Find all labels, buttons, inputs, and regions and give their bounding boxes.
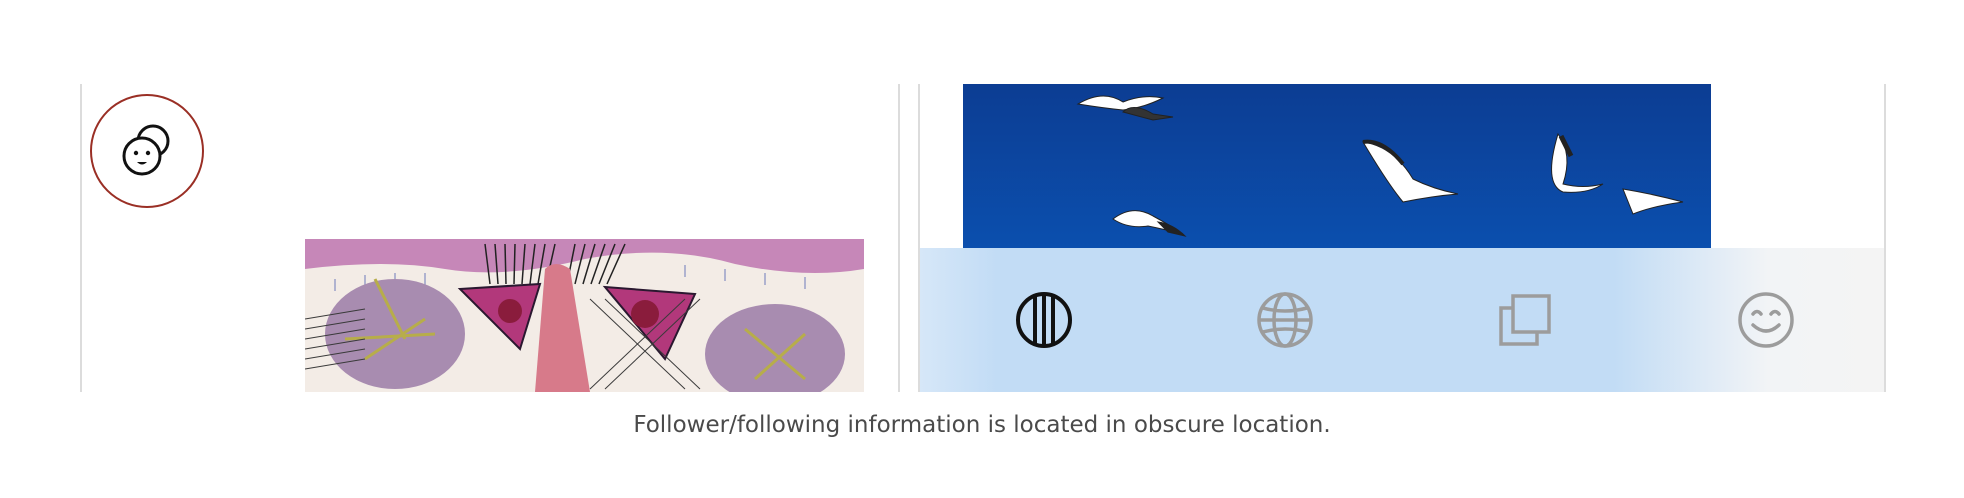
bottom-tab-bar <box>920 248 1884 392</box>
tab-profile[interactable] <box>1734 288 1798 352</box>
artwork-image[interactable] <box>305 239 864 392</box>
globe-icon <box>1257 292 1313 348</box>
embroidered-artwork <box>305 239 864 392</box>
profile-avatar-button[interactable] <box>90 94 204 208</box>
seagulls-image <box>963 84 1711 248</box>
seagulls-photo[interactable] <box>963 84 1711 248</box>
stacked-squares-icon <box>1499 294 1551 346</box>
tab-explore[interactable] <box>1253 288 1317 352</box>
tab-collections[interactable] <box>1493 288 1557 352</box>
vertical-stripes-icon <box>1016 292 1072 348</box>
caption-text: Follower/following information is locate… <box>633 412 1331 438</box>
two-faces-icon <box>122 124 170 176</box>
right-phone-screen <box>918 84 1886 392</box>
left-phone-screen <box>80 84 900 392</box>
tab-feed[interactable] <box>1012 288 1076 352</box>
smiley-icon <box>1738 292 1794 348</box>
